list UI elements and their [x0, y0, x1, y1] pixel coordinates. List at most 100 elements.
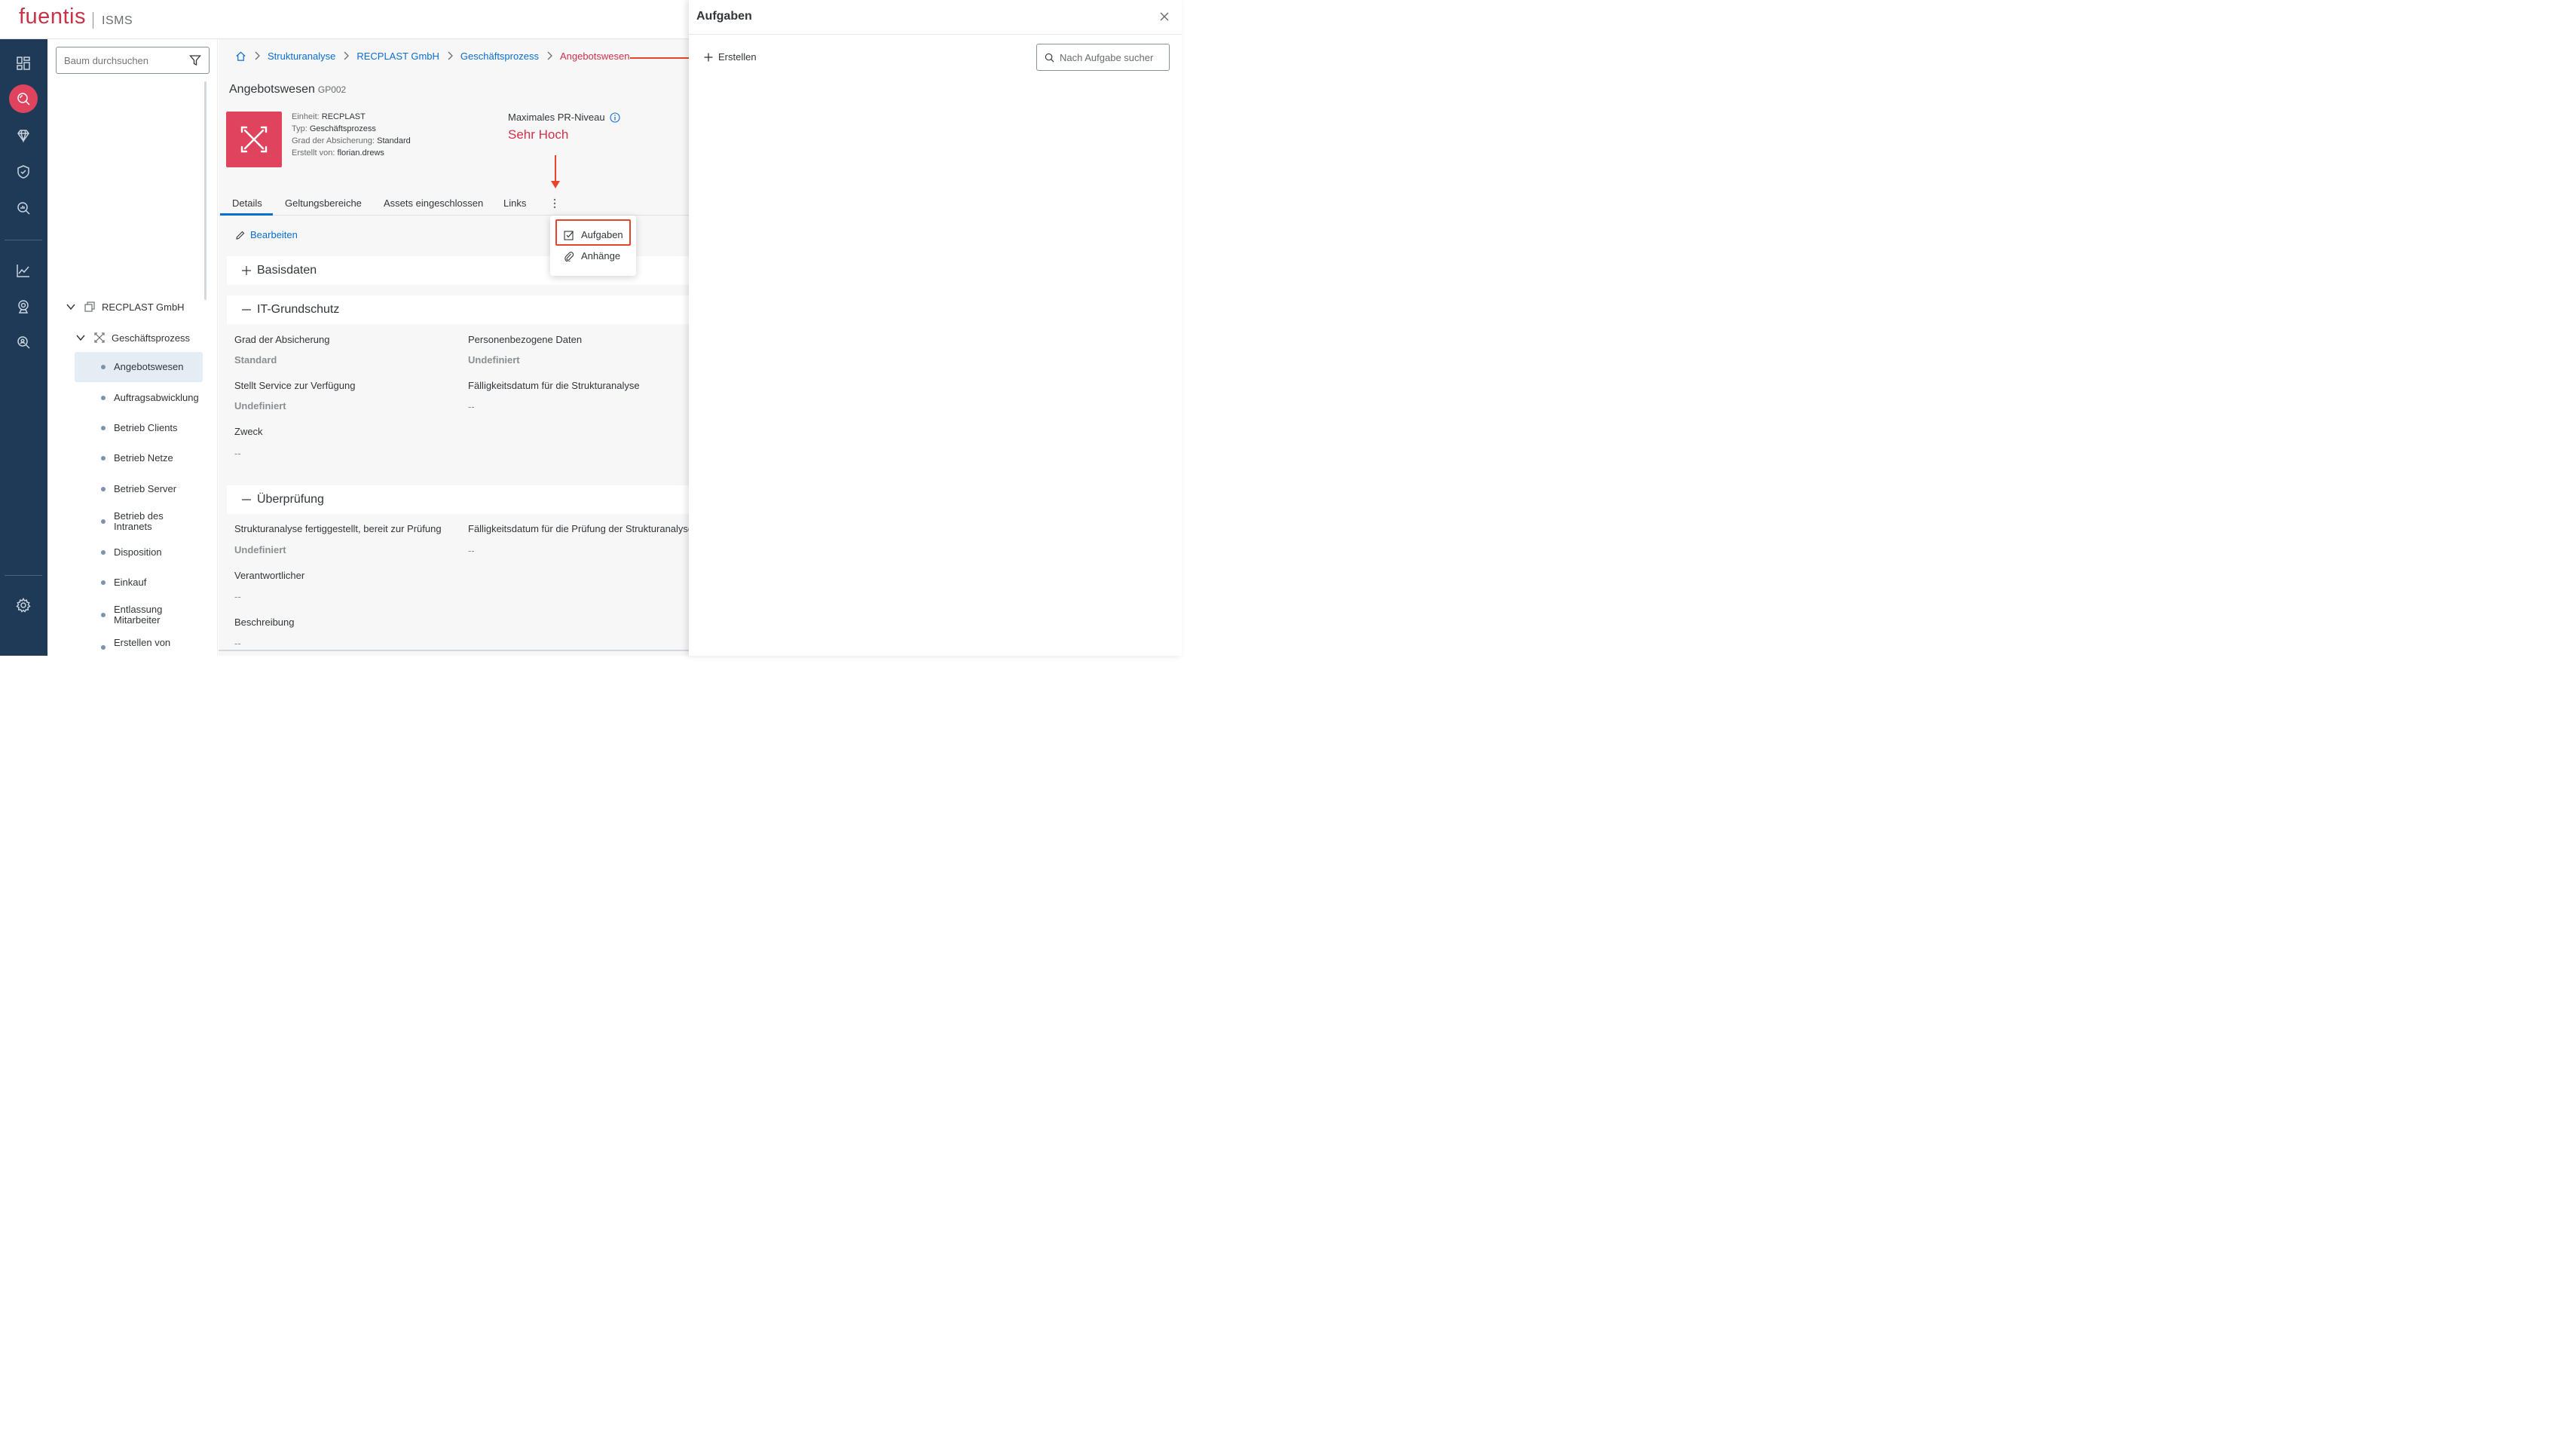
more-options-icon[interactable]	[552, 197, 557, 210]
tree-leaf[interactable]: Einkauf	[75, 577, 203, 589]
tree-node-label: RECPLAST GmbH	[102, 301, 185, 313]
tab-geltungsbereiche[interactable]: Geltungsbereiche	[285, 197, 362, 209]
object-meta: Einheit: RECPLAST Typ: Geschäftsprozess …	[292, 111, 411, 159]
tree-leaf[interactable]: Betrieb des Intranets	[75, 510, 165, 533]
edit-label: Bearbeiten	[250, 229, 298, 240]
field-value: Standard	[234, 354, 277, 366]
panel-divider	[689, 34, 1182, 35]
detail-view: Strukturanalyse RECPLAST GmbH Geschäftsp…	[219, 39, 693, 656]
tab-details[interactable]: Details	[232, 197, 262, 209]
tree-scrollbar[interactable]	[204, 81, 207, 300]
menu-item-anhaenge[interactable]: Anhänge	[564, 250, 620, 262]
search-person-icon[interactable]	[9, 328, 38, 356]
field-value: --	[234, 638, 241, 649]
field-label: Grad der Absicherung	[234, 334, 330, 345]
pencil-icon	[236, 231, 245, 240]
process-icon	[94, 332, 105, 343]
meta-grade: Standard	[377, 136, 411, 145]
task-search-input[interactable]	[1060, 44, 1167, 70]
tree-leaf-label: Betrieb Clients	[114, 422, 178, 433]
tree-leaf-label: Disposition	[114, 546, 162, 558]
tree-node-group[interactable]: Geschäftsprozess	[75, 332, 190, 344]
tree-leaf-label: Betrieb Netze	[114, 452, 173, 464]
field-label: Stellt Service zur Verfügung	[234, 380, 356, 391]
diamond-icon[interactable]	[9, 121, 38, 150]
create-task-label: Erstellen	[718, 51, 757, 63]
meta-label: Einheit:	[292, 112, 320, 121]
rail-divider	[5, 575, 42, 576]
process-icon	[240, 126, 268, 153]
field-value: --	[234, 448, 241, 459]
nav-rail	[0, 39, 47, 656]
task-search-box	[1036, 44, 1170, 71]
edit-button[interactable]: Bearbeiten	[235, 229, 298, 240]
close-icon[interactable]	[1159, 11, 1170, 22]
search-analysis-icon[interactable]	[9, 84, 38, 113]
field-value: Undefiniert	[234, 400, 286, 412]
shield-check-icon[interactable]	[9, 158, 38, 186]
search-icon	[1045, 53, 1054, 63]
bullet-dot	[101, 456, 106, 461]
menu-item-label: Anhänge	[581, 250, 621, 262]
line-chart-icon[interactable]	[9, 256, 38, 285]
tree-leaf[interactable]: Betrieb Clients	[75, 422, 203, 434]
search-chart-icon[interactable]	[9, 194, 38, 222]
tree-search-input[interactable]	[57, 47, 177, 73]
tree-search-box	[56, 47, 210, 74]
pr-level-label-row: Maximales PR-Niveau	[508, 112, 620, 123]
organization-icon	[84, 301, 95, 312]
collapse-minus-icon[interactable]	[241, 304, 252, 315]
horizontal-scrollbar[interactable]	[219, 650, 689, 651]
menu-item-label: Aufgaben	[581, 229, 623, 240]
tree-leaf[interactable]: Disposition	[75, 546, 203, 558]
bullet-dot	[101, 550, 106, 555]
info-icon[interactable]	[610, 112, 620, 123]
meta-created-by: florian.drews	[337, 148, 384, 158]
section-title: Überprüfung	[257, 493, 324, 506]
breadcrumb-link[interactable]: Strukturanalyse	[268, 50, 335, 62]
home-icon[interactable]	[235, 50, 246, 62]
bullet-dot	[101, 365, 106, 369]
bullet-dot	[101, 426, 106, 430]
tree-leaf[interactable]: Entlassung Mitarbeiter	[75, 604, 165, 626]
field-label: Personenbezogene Daten	[468, 334, 583, 345]
chevron-down-icon[interactable]	[66, 301, 76, 312]
field-label: Zweck	[234, 426, 263, 437]
tree-leaf[interactable]: Erstellen von	[75, 637, 203, 650]
tab-links[interactable]: Links	[503, 197, 526, 209]
tree-leaf-label: Entlassung Mitarbeiter	[114, 604, 163, 626]
field-value: --	[468, 401, 475, 412]
tree-leaf-angebotswesen[interactable]: Angebotswesen	[75, 352, 203, 382]
section-title: IT-Grundschutz	[257, 303, 340, 316]
plus-icon	[704, 53, 713, 61]
tree-node-label: Geschäftsprozess	[112, 332, 191, 344]
webcam-icon[interactable]	[9, 292, 38, 321]
tree-node-root[interactable]: RECPLAST GmbH	[66, 301, 185, 313]
meta-label: Grad der Absicherung:	[292, 136, 375, 145]
tab-assets-eingeschlossen[interactable]: Assets eingeschlossen	[384, 197, 483, 209]
meta-label: Erstellt von:	[292, 148, 335, 158]
tree-leaf[interactable]: Auftragsabwicklung	[75, 392, 203, 404]
settings-gear-icon[interactable]	[9, 591, 38, 620]
collapse-minus-icon[interactable]	[241, 494, 252, 505]
menu-item-aufgaben[interactable]: Aufgaben	[564, 229, 623, 240]
breadcrumb-link[interactable]: RECPLAST GmbH	[356, 50, 439, 62]
brand-logo[interactable]: fuentis	[19, 5, 86, 29]
create-task-button[interactable]: Erstellen	[704, 51, 757, 63]
tasks-side-panel: Aufgaben Erstellen	[689, 0, 1182, 656]
panel-title: Aufgaben	[696, 10, 752, 23]
section-ueberpruefung[interactable]: Überprüfung	[227, 485, 689, 514]
section-it-grundschutz[interactable]: IT-Grundschutz	[227, 295, 689, 324]
field-label: Strukturanalyse fertiggestellt, bereit z…	[234, 523, 442, 534]
breadcrumb-link[interactable]: Geschäftsprozess	[460, 50, 539, 62]
expand-plus-icon[interactable]	[241, 265, 252, 276]
chevron-down-icon[interactable]	[75, 332, 86, 343]
tree-leaf[interactable]: Betrieb Netze	[75, 452, 203, 464]
tree-leaf-label: Erstellen von	[114, 637, 171, 648]
tree-panel	[47, 39, 218, 656]
filter-icon[interactable]	[189, 54, 201, 66]
object-title-row: Angebotswesen GP002	[229, 83, 346, 96]
dashboard-icon[interactable]	[9, 49, 38, 78]
bullet-dot	[101, 645, 106, 650]
tree-leaf[interactable]: Betrieb Server	[75, 483, 203, 495]
